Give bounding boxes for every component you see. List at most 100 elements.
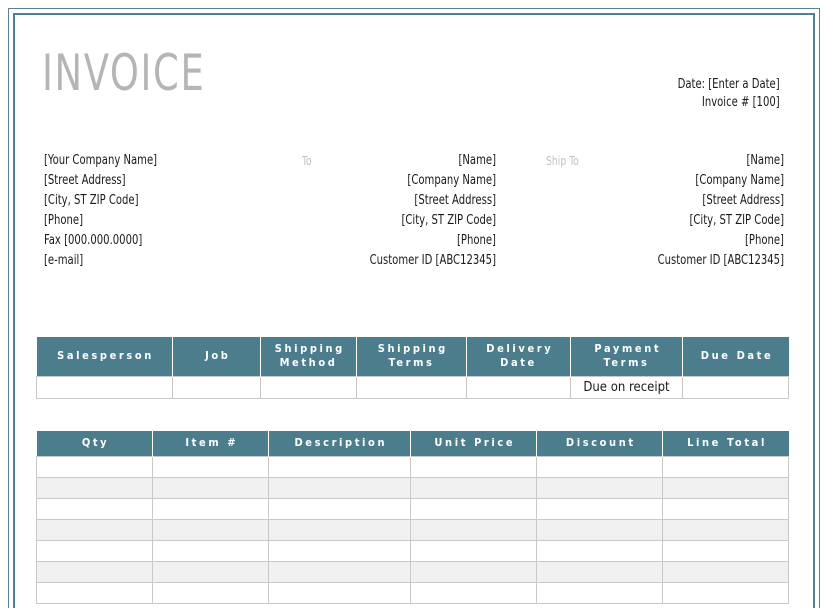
- items-cell-item-number[interactable]: [152, 561, 269, 583]
- ship-to-city-state-zip[interactable]: [City, ST ZIP Code]: [615, 211, 784, 231]
- items-cell-discount[interactable]: [536, 456, 663, 478]
- items-cell-qty[interactable]: [36, 477, 153, 499]
- ship-to-label: Ship To: [546, 154, 579, 168]
- from-street-address[interactable]: [Street Address]: [44, 171, 157, 191]
- items-cell-qty[interactable]: [36, 540, 153, 562]
- from-email[interactable]: [e-mail]: [44, 251, 157, 271]
- terms-cell-shipping-terms[interactable]: [356, 376, 467, 399]
- items-cell-discount[interactable]: [536, 561, 663, 583]
- items-cell-unit-price[interactable]: [410, 477, 537, 499]
- table-row: Due on receipt: [36, 376, 789, 399]
- invoice-number[interactable]: Invoice # [100]: [678, 94, 780, 112]
- items-cell-unit-price[interactable]: [410, 519, 537, 541]
- ship-to-address-block: [Name] [Company Name] [Street Address] […: [615, 151, 784, 271]
- bill-to-label: To: [302, 154, 312, 168]
- invoice-page: INVOICE Date: [Enter a Date] Invoice # […: [0, 0, 837, 608]
- terms-cell-due-date[interactable]: [682, 376, 789, 399]
- invoice-date[interactable]: Date: [Enter a Date]: [678, 76, 780, 94]
- items-cell-unit-price[interactable]: [410, 561, 537, 583]
- terms-header-salesperson: Salesperson: [36, 337, 173, 377]
- items-cell-discount[interactable]: [536, 540, 663, 562]
- items-cell-qty[interactable]: [36, 519, 153, 541]
- items-cell-unit-price[interactable]: [410, 582, 537, 604]
- terms-header-due-date: Due Date: [682, 337, 789, 377]
- bill-to-address-block: [Name] [Company Name] [Street Address] […: [327, 151, 496, 271]
- ship-to-street-address[interactable]: [Street Address]: [615, 191, 784, 211]
- terms-cell-payment-terms[interactable]: Due on receipt: [570, 376, 683, 399]
- bill-to-name[interactable]: [Name]: [327, 151, 496, 171]
- items-table: Qty Item # Description Unit Price Discou…: [36, 431, 789, 604]
- items-header-unit-price: Unit Price: [410, 431, 537, 457]
- items-header-row: Qty Item # Description Unit Price Discou…: [36, 431, 789, 457]
- items-cell-line-total[interactable]: [662, 477, 789, 499]
- items-cell-qty[interactable]: [36, 498, 153, 520]
- items-cell-unit-price[interactable]: [410, 456, 537, 478]
- items-cell-line-total[interactable]: [662, 540, 789, 562]
- terms-cell-shipping-method[interactable]: [260, 376, 357, 399]
- items-cell-description[interactable]: [268, 477, 411, 499]
- from-company-name[interactable]: [Your Company Name]: [44, 151, 157, 171]
- terms-cell-salesperson[interactable]: [36, 376, 173, 399]
- terms-header-payment-terms: Payment Terms: [570, 337, 683, 377]
- terms-table: Salesperson Job Shipping Method Shipping…: [36, 337, 789, 399]
- items-cell-discount[interactable]: [536, 519, 663, 541]
- items-header-qty: Qty: [36, 431, 153, 457]
- items-cell-description[interactable]: [268, 456, 411, 478]
- items-header-description: Description: [268, 431, 411, 457]
- items-cell-description[interactable]: [268, 498, 411, 520]
- terms-header-job: Job: [172, 337, 261, 377]
- items-cell-line-total[interactable]: [662, 498, 789, 520]
- terms-header-delivery-date: Delivery Date: [466, 337, 571, 377]
- items-cell-item-number[interactable]: [152, 582, 269, 604]
- items-header-item-number: Item #: [152, 431, 269, 457]
- table-row: [36, 498, 789, 520]
- ship-to-company-name[interactable]: [Company Name]: [615, 171, 784, 191]
- items-cell-line-total[interactable]: [662, 456, 789, 478]
- items-cell-item-number[interactable]: [152, 456, 269, 478]
- from-fax[interactable]: Fax [000.000.0000]: [44, 231, 157, 251]
- items-cell-discount[interactable]: [536, 582, 663, 604]
- items-cell-discount[interactable]: [536, 477, 663, 499]
- items-cell-description[interactable]: [268, 561, 411, 583]
- items-cell-qty[interactable]: [36, 582, 153, 604]
- terms-cell-delivery-date[interactable]: [466, 376, 571, 399]
- items-cell-qty[interactable]: [36, 456, 153, 478]
- terms-cell-job[interactable]: [172, 376, 261, 399]
- table-row: [36, 582, 789, 604]
- bill-to-street-address[interactable]: [Street Address]: [327, 191, 496, 211]
- items-cell-description[interactable]: [268, 519, 411, 541]
- items-cell-qty[interactable]: [36, 561, 153, 583]
- items-cell-item-number[interactable]: [152, 540, 269, 562]
- items-table-body: [36, 456, 789, 604]
- items-cell-line-total[interactable]: [662, 582, 789, 604]
- items-cell-item-number[interactable]: [152, 498, 269, 520]
- items-header-discount: Discount: [536, 431, 663, 457]
- table-row: [36, 477, 789, 499]
- from-city-state-zip[interactable]: [City, ST ZIP Code]: [44, 191, 157, 211]
- items-cell-unit-price[interactable]: [410, 540, 537, 562]
- terms-header-shipping-method: Shipping Method: [260, 337, 357, 377]
- bill-to-company-name[interactable]: [Company Name]: [327, 171, 496, 191]
- items-cell-item-number[interactable]: [152, 477, 269, 499]
- terms-header-shipping-terms: Shipping Terms: [356, 337, 467, 377]
- items-header-line-total: Line Total: [662, 431, 789, 457]
- from-phone[interactable]: [Phone]: [44, 211, 157, 231]
- ship-to-customer-id[interactable]: Customer ID [ABC12345]: [615, 251, 784, 271]
- items-cell-discount[interactable]: [536, 498, 663, 520]
- bill-to-phone[interactable]: [Phone]: [327, 231, 496, 251]
- bill-to-customer-id[interactable]: Customer ID [ABC12345]: [327, 251, 496, 271]
- items-cell-item-number[interactable]: [152, 519, 269, 541]
- items-cell-description[interactable]: [268, 540, 411, 562]
- table-row: [36, 519, 789, 541]
- items-cell-description[interactable]: [268, 582, 411, 604]
- items-cell-line-total[interactable]: [662, 561, 789, 583]
- bill-to-city-state-zip[interactable]: [City, ST ZIP Code]: [327, 211, 496, 231]
- page-title: INVOICE: [42, 44, 206, 102]
- terms-header-row: Salesperson Job Shipping Method Shipping…: [36, 337, 789, 377]
- invoice-meta: Date: [Enter a Date] Invoice # [100]: [678, 76, 780, 112]
- items-cell-unit-price[interactable]: [410, 498, 537, 520]
- from-address-block: [Your Company Name] [Street Address] [Ci…: [44, 151, 157, 271]
- ship-to-name[interactable]: [Name]: [615, 151, 784, 171]
- ship-to-phone[interactable]: [Phone]: [615, 231, 784, 251]
- items-cell-line-total[interactable]: [662, 519, 789, 541]
